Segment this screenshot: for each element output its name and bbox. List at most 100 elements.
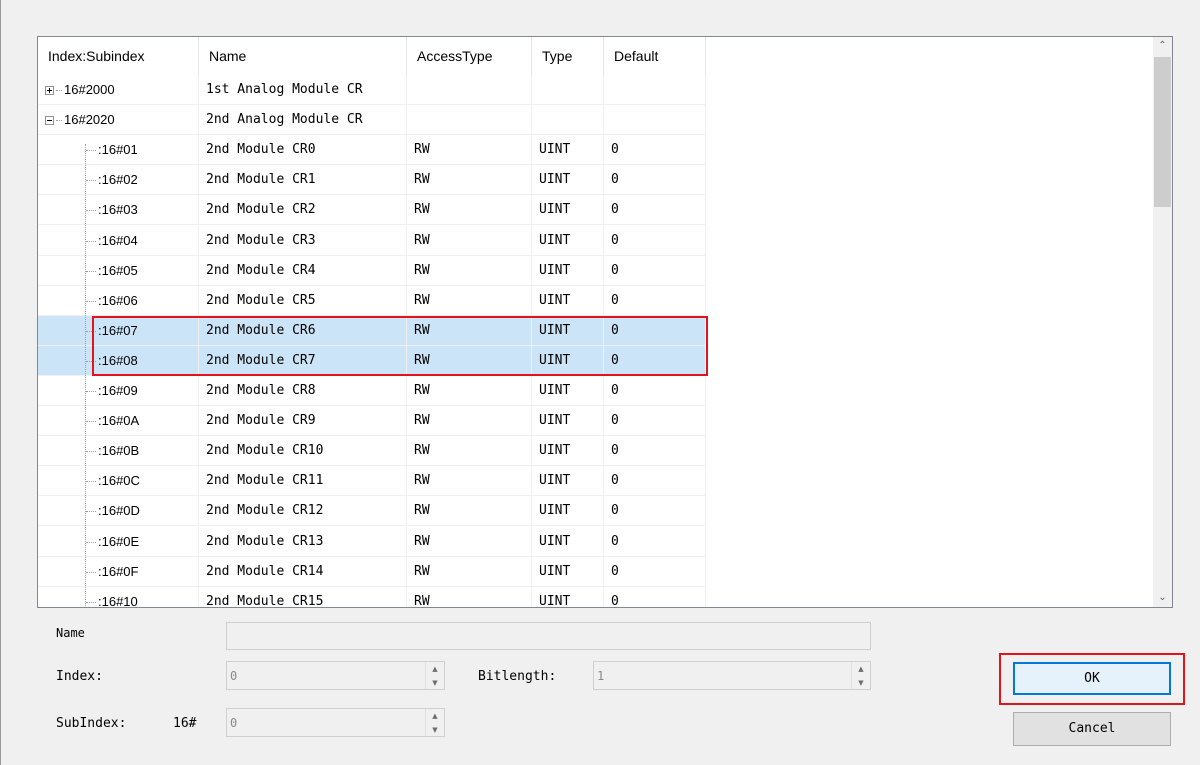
cell-name-text: 2nd Module CR2 <box>206 202 316 218</box>
table-row[interactable]: :16#05 2nd Module CR4 RW UINT 0 <box>38 255 706 286</box>
cell-access-text: RW <box>414 533 430 549</box>
cell-type-text: UINT <box>539 172 571 188</box>
cell-name: 2nd Analog Module CR <box>199 105 407 136</box>
table-row[interactable]: :16#03 2nd Module CR2 RW UINT 0 <box>38 195 706 226</box>
tree-connector <box>86 180 96 182</box>
scrollbar-thumb[interactable] <box>1154 57 1171 207</box>
table-row[interactable]: :16#02 2nd Module CR1 RW UINT 0 <box>38 165 706 196</box>
index-text: :16#06 <box>98 292 138 308</box>
window-edge <box>0 0 1 765</box>
table-row[interactable]: :16#0F 2nd Module CR14 RW UINT 0 <box>38 556 706 587</box>
table-row[interactable]: 16#2020 2nd Analog Module CR <box>38 105 706 136</box>
cell-type: UINT <box>532 285 604 316</box>
cell-name: 2nd Module CR10 <box>199 436 407 467</box>
table-row[interactable]: :16#09 2nd Module CR8 RW UINT 0 <box>38 376 706 406</box>
scroll-up-icon[interactable]: ⌃ <box>1153 37 1172 55</box>
table-row[interactable]: :16#10 2nd Module CR15 RW UINT 0 <box>38 586 706 607</box>
subindex-field[interactable]: 0 ▲ ▼ <box>226 708 445 737</box>
selection-highlight-annotation <box>92 316 708 376</box>
spin-up-icon: ▲ <box>432 665 438 673</box>
cell-default <box>604 105 706 136</box>
table-row[interactable]: :16#04 2nd Module CR3 RW UINT 0 <box>38 225 706 256</box>
cell-index: :16#03 <box>38 195 199 226</box>
cell-default: 0 <box>604 255 706 286</box>
table-row[interactable]: :16#06 2nd Module CR5 RW UINT 0 <box>38 285 706 316</box>
cell-name-text: 2nd Module CR0 <box>206 142 316 158</box>
index-field[interactable]: 0 ▲ ▼ <box>226 661 445 690</box>
cell-name: 2nd Module CR0 <box>199 135 407 166</box>
cell-index: :16#0C <box>38 466 199 497</box>
cell-default: 0 <box>604 135 706 166</box>
table-row[interactable]: :16#0E 2nd Module CR13 RW UINT 0 <box>38 526 706 557</box>
spin-up-icon: ▲ <box>432 712 438 720</box>
index-text: 16#2020 <box>64 112 115 128</box>
table-row[interactable]: :16#01 2nd Module CR0 RW UINT 0 <box>38 135 706 166</box>
cell-type: UINT <box>532 225 604 256</box>
table-row[interactable]: :16#0A 2nd Module CR9 RW UINT 0 <box>38 406 706 437</box>
cell-access <box>407 75 532 105</box>
cell-access: RW <box>407 496 532 527</box>
cell-default-text: 0 <box>611 563 619 579</box>
cell-access: RW <box>407 376 532 406</box>
spin-down-icon: ▼ <box>858 678 864 687</box>
cell-type: UINT <box>532 556 604 587</box>
cell-index: :16#04 <box>38 225 199 256</box>
table-row[interactable]: 16#2000 1st Analog Module CR <box>38 75 706 105</box>
cell-type: UINT <box>532 526 604 557</box>
cancel-button[interactable]: Cancel <box>1013 712 1171 746</box>
index-text: :16#0F <box>98 563 139 579</box>
cell-name: 2nd Module CR14 <box>199 556 407 587</box>
spin-up-icon: ▲ <box>858 665 864 673</box>
cell-access: RW <box>407 255 532 286</box>
index-text: :16#0A <box>98 413 140 429</box>
table-row[interactable]: :16#0D 2nd Module CR12 RW UINT 0 <box>38 496 706 527</box>
cell-name-text: 2nd Module CR13 <box>206 533 324 549</box>
header-default[interactable]: Default <box>604 37 706 75</box>
cell-name-text: 2nd Module CR11 <box>206 473 324 489</box>
table-row[interactable]: :16#0B 2nd Module CR10 RW UINT 0 <box>38 436 706 467</box>
subindex-value: 0 <box>230 716 238 730</box>
cell-access-text: RW <box>414 383 430 398</box>
cell-index: :16#02 <box>38 165 199 196</box>
expand-icon[interactable] <box>45 86 54 95</box>
collapse-icon[interactable] <box>45 116 54 126</box>
cell-index: :16#05 <box>38 255 199 286</box>
cell-name: 2nd Module CR2 <box>199 195 407 226</box>
cell-access-text: RW <box>414 292 430 308</box>
table-row[interactable]: :16#0C 2nd Module CR11 RW UINT 0 <box>38 466 706 497</box>
header-accesstype[interactable]: AccessType <box>407 37 532 75</box>
cell-access: RW <box>407 165 532 196</box>
subindex-spinner[interactable]: ▲ ▼ <box>425 709 444 736</box>
header-name[interactable]: Name <box>199 37 407 75</box>
scroll-down-icon[interactable]: ⌄ <box>1153 589 1172 607</box>
vertical-scrollbar[interactable]: ⌃ ⌄ <box>1153 37 1172 607</box>
cell-index: :16#06 <box>38 285 199 316</box>
cell-access-text: RW <box>414 563 430 579</box>
cell-name: 2nd Module CR13 <box>199 526 407 557</box>
cell-type-text: UINT <box>539 473 571 489</box>
index-spinner[interactable]: ▲ ▼ <box>425 662 444 689</box>
cell-name-text: 2nd Module CR4 <box>206 262 316 278</box>
cell-type: UINT <box>532 406 604 437</box>
cell-default-text: 0 <box>611 383 619 398</box>
name-field[interactable] <box>226 622 871 650</box>
header-index[interactable]: Index:Subindex <box>38 37 199 75</box>
cell-type: UINT <box>532 255 604 286</box>
header-type[interactable]: Type <box>532 37 604 75</box>
cell-default-text: 0 <box>611 262 619 278</box>
cell-name: 2nd Module CR8 <box>199 376 407 406</box>
cell-type: UINT <box>532 466 604 497</box>
index-label: Index: <box>56 669 103 684</box>
bitlength-field[interactable]: 1 ▲ ▼ <box>593 661 871 690</box>
cell-index: :16#0E <box>38 526 199 557</box>
cell-type-text: UINT <box>539 232 571 248</box>
index-text: :16#03 <box>98 202 138 218</box>
cell-access: RW <box>407 195 532 226</box>
cell-name-text: 1st Analog Module CR <box>206 82 363 97</box>
cell-name: 2nd Module CR11 <box>199 466 407 497</box>
cell-default: 0 <box>604 225 706 256</box>
cell-name-text: 2nd Analog Module CR <box>206 112 363 128</box>
bitlength-spinner[interactable]: ▲ ▼ <box>851 662 870 689</box>
cell-access-text: RW <box>414 142 430 158</box>
cell-default: 0 <box>604 496 706 527</box>
